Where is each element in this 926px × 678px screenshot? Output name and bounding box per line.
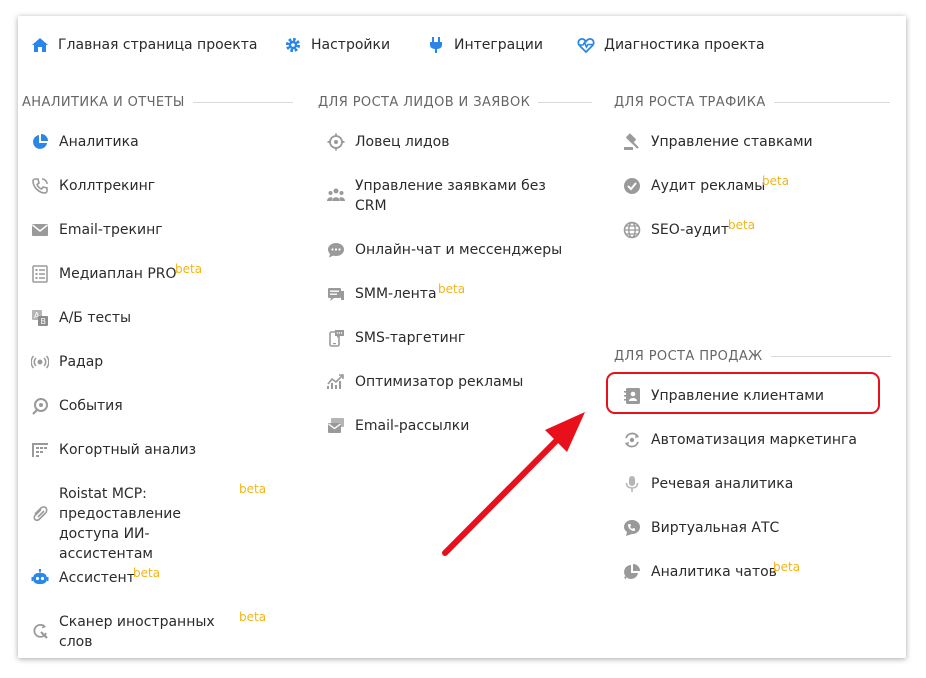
annotation-arrow-icon (442, 412, 585, 556)
